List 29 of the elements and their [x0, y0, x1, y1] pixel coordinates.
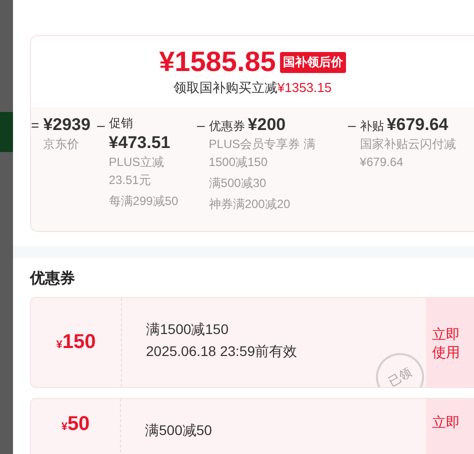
breakdown-amount: ¥200	[248, 115, 286, 135]
breakdown-detail: 每满299减50	[108, 193, 178, 210]
breakdown-amount: ¥473.51	[108, 133, 172, 153]
coupon-validity: 2025.06.18 23:59前有效	[146, 342, 298, 360]
coupon-condition: 满1500减150	[146, 320, 230, 338]
subsidy-note: 领取国补购买立减¥1353.15	[173, 79, 332, 97]
final-price: ¥1585.85	[159, 46, 276, 78]
breakdown-detail: PLUS立减 23.51元	[108, 154, 166, 189]
operator-sign: –	[348, 116, 356, 135]
breakdown-detail: PLUS会员专享券 满 1500减150	[208, 136, 316, 171]
operator-sign: –	[97, 116, 105, 135]
breakdown-amount: ¥2939	[43, 115, 90, 135]
operator-sign: =	[31, 116, 40, 135]
breakdown-amount: ¥679.64	[386, 115, 448, 135]
use-now-button[interactable]: 立即	[426, 399, 474, 454]
coupon-condition: 满500减50	[145, 421, 213, 439]
breakdown-detail: 京东价	[43, 136, 80, 153]
breakdown-label: 补贴	[360, 118, 384, 135]
price-tag: 国补领后价	[280, 52, 346, 72]
coupon-value: ¥150	[56, 331, 96, 354]
breakdown-label: 促销	[108, 115, 133, 132]
operator-sign: –	[197, 116, 205, 135]
breakdown-label: 优惠券	[208, 118, 245, 135]
section-title: 优惠券	[30, 269, 76, 289]
use-now-button[interactable]: 立即使用	[426, 298, 474, 387]
breakdown-detail: 国家补贴云闪付减 ¥679.64	[360, 136, 456, 171]
breakdown-detail: 神券满200减20	[208, 196, 292, 213]
breakdown-detail: 满500减30	[208, 175, 268, 192]
coupon-value: ¥50	[61, 413, 90, 436]
